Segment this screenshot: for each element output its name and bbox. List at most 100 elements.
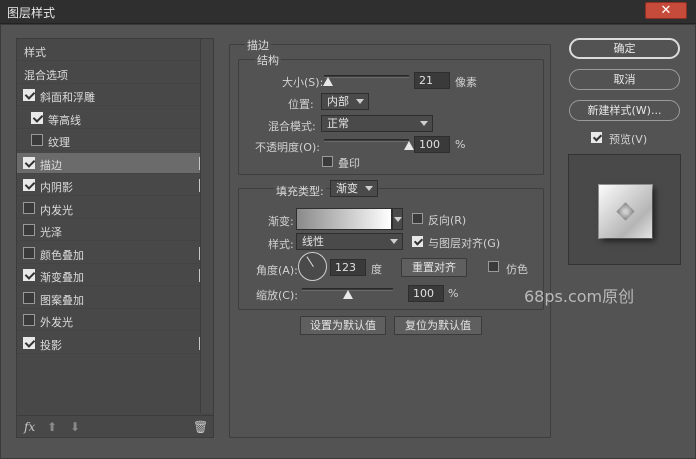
reverse-checkbox[interactable] xyxy=(412,213,423,224)
gradient-picker-button[interactable] xyxy=(392,208,403,230)
style-item[interactable]: 等高线 xyxy=(17,108,200,129)
opacity-input[interactable]: 100 xyxy=(414,136,450,153)
size-unit: 像素 xyxy=(455,76,477,89)
ok-button[interactable]: 确定 xyxy=(569,38,680,59)
preview-star xyxy=(616,202,635,221)
opacity-label: 不透明度(O): xyxy=(255,141,320,154)
angle-input[interactable]: 123 xyxy=(330,259,366,276)
size-label: 大小(S): xyxy=(282,76,324,89)
dither-checkbox[interactable] xyxy=(488,261,499,272)
cancel-button[interactable]: 取消 xyxy=(569,69,680,90)
style-item[interactable]: 渐变叠加+ xyxy=(17,265,212,286)
scale-input[interactable]: 100 xyxy=(408,285,444,302)
style-label: 样式: xyxy=(268,238,294,251)
style-item-checkbox[interactable] xyxy=(23,224,35,236)
size-slider[interactable] xyxy=(324,75,409,78)
style-item-checkbox[interactable] xyxy=(23,269,35,281)
style-item-checkbox[interactable] xyxy=(31,111,43,124)
chevron-down-icon xyxy=(420,121,428,126)
style-item-label: 颜色叠加 xyxy=(40,248,84,262)
stroke-section-title: 描边 xyxy=(245,37,271,53)
style-item[interactable]: 颜色叠加+ xyxy=(17,243,212,264)
style-item-label: 纹理 xyxy=(48,136,70,149)
chevron-down-icon xyxy=(390,239,398,244)
style-item[interactable]: 斜面和浮雕 xyxy=(17,85,200,106)
style-item-checkbox[interactable] xyxy=(23,89,35,101)
angle-dial[interactable] xyxy=(298,252,327,281)
style-item[interactable]: 混合选项 xyxy=(17,63,200,84)
chevron-down-icon xyxy=(356,99,364,104)
overprint-label: 叠印 xyxy=(338,157,360,170)
fill-type-select[interactable]: 渐变 xyxy=(330,180,378,197)
position-value: 内部 xyxy=(327,95,349,108)
style-item-checkbox[interactable] xyxy=(23,156,35,169)
style-item-checkbox[interactable] xyxy=(23,246,35,259)
reverse-label: 反向(R) xyxy=(428,214,467,227)
style-item[interactable]: 描边+ xyxy=(17,152,212,174)
style-item-label: 混合选项 xyxy=(24,68,68,82)
style-item-label: 外发光 xyxy=(40,316,73,329)
align-with-layer-label: 与图层对齐(G) xyxy=(428,237,501,250)
scale-unit: % xyxy=(448,287,459,300)
scale-slider-thumb[interactable] xyxy=(342,290,353,299)
style-item[interactable]: 纹理 xyxy=(17,130,200,151)
styles-list-toolbar: fx ⬆ ⬇ 🗑 xyxy=(17,415,213,437)
position-label: 位置: xyxy=(288,98,314,111)
blend-mode-value: 正常 xyxy=(327,117,349,130)
style-item[interactable]: 图案叠加 xyxy=(17,288,200,309)
opacity-slider[interactable] xyxy=(324,139,409,142)
window-title: 图层样式 xyxy=(7,6,56,20)
style-item-checkbox[interactable] xyxy=(23,201,35,214)
style-item-label: 渐变叠加 xyxy=(40,271,84,284)
style-item[interactable]: 内发光 xyxy=(17,198,200,219)
style-item-checkbox[interactable] xyxy=(31,134,43,146)
set-default-button[interactable]: 设置为默认值 xyxy=(300,316,386,335)
style-item-label: 样式 xyxy=(24,46,46,59)
style-item-label: 投影 xyxy=(40,338,62,352)
reset-default-button[interactable]: 复位为默认值 xyxy=(394,316,482,335)
style-item[interactable]: 投影+ xyxy=(17,333,212,354)
move-up-icon[interactable]: ⬆ xyxy=(47,420,57,434)
blend-mode-select[interactable]: 正常 xyxy=(321,115,433,132)
chevron-down-icon xyxy=(365,186,373,191)
angle-label: 角度(A): xyxy=(256,264,298,277)
style-item[interactable]: 内阴影+ xyxy=(17,175,212,196)
style-item-label: 内发光 xyxy=(40,203,73,217)
style-item-label: 光泽 xyxy=(40,226,62,239)
style-item-checkbox[interactable] xyxy=(23,291,35,304)
preview-checkbox[interactable] xyxy=(591,132,602,143)
close-icon: ✕ xyxy=(660,3,672,18)
style-preview xyxy=(568,154,681,265)
gradient-swatch[interactable] xyxy=(296,208,392,230)
style-item-label: 等高线 xyxy=(48,113,81,127)
style-select[interactable]: 线性 xyxy=(296,233,403,250)
size-slider-thumb[interactable] xyxy=(323,77,334,86)
style-item[interactable]: 光泽 xyxy=(17,220,200,241)
fill-type-label: 填充类型: xyxy=(274,183,326,199)
move-down-icon[interactable]: ⬇ xyxy=(70,420,80,434)
style-item[interactable]: 外发光 xyxy=(17,310,200,331)
style-item-label: 图案叠加 xyxy=(40,293,84,307)
preview-label: 预览(V) xyxy=(609,133,648,146)
gradient-label: 渐变: xyxy=(268,215,294,228)
style-item-checkbox[interactable] xyxy=(23,179,35,191)
new-style-button[interactable]: 新建样式(W)... xyxy=(569,100,680,121)
trash-icon[interactable]: 🗑 xyxy=(193,420,208,434)
position-select[interactable]: 内部 xyxy=(321,93,369,110)
style-item-label: 斜面和浮雕 xyxy=(40,91,95,104)
style-item[interactable]: 样式 xyxy=(17,40,200,61)
chevron-down-icon xyxy=(394,217,402,222)
angle-unit: 度 xyxy=(371,263,382,276)
style-item-checkbox[interactable] xyxy=(23,336,35,349)
close-button[interactable]: ✕ xyxy=(645,2,687,19)
style-item-checkbox[interactable] xyxy=(23,314,35,326)
fx-icon[interactable]: fx xyxy=(24,420,35,434)
fill-type-value: 渐变 xyxy=(336,182,358,195)
align-with-layer-checkbox[interactable] xyxy=(412,236,423,247)
overprint-checkbox[interactable] xyxy=(322,156,333,167)
opacity-slider-thumb[interactable] xyxy=(404,141,414,150)
styles-list-scrollbar[interactable] xyxy=(200,39,213,413)
opacity-unit: % xyxy=(455,138,466,151)
size-input[interactable]: 21 xyxy=(414,72,450,89)
reset-align-button[interactable]: 重置对齐 xyxy=(401,258,467,277)
